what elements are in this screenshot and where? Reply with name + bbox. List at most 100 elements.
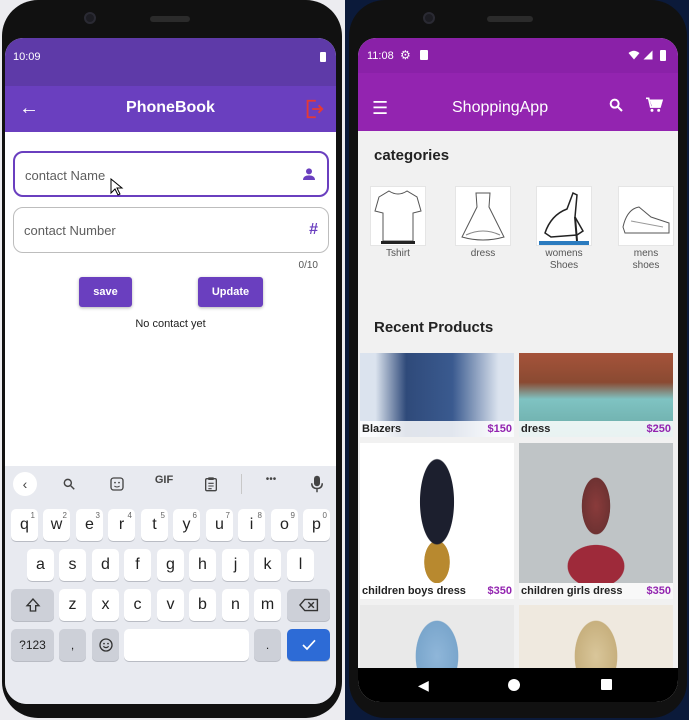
key-x[interactable]: x: [92, 589, 119, 621]
key-j[interactable]: j: [222, 549, 249, 581]
menu-icon[interactable]: ☰: [372, 99, 388, 117]
toolbar-divider: [241, 474, 242, 494]
key-y[interactable]: y6: [173, 509, 200, 541]
settings-icon: ⚙: [400, 48, 411, 62]
phonebook-phone: 10:09 ← PhoneBook contact Name contact N…: [2, 0, 342, 718]
product-card[interactable]: Blazers $150: [360, 353, 514, 437]
key-h[interactable]: h: [189, 549, 216, 581]
empty-contacts-message: No contact yet: [135, 318, 206, 330]
update-button[interactable]: Update: [198, 277, 263, 307]
emoji-icon: [98, 638, 113, 652]
contact-name-placeholder: contact Name: [25, 168, 106, 183]
product-card[interactable]: [360, 605, 514, 669]
product-image-boys-dress: [360, 443, 514, 583]
gif-button[interactable]: GIF: [151, 474, 177, 486]
key-label: r: [118, 516, 125, 533]
key-s[interactable]: s: [59, 549, 86, 581]
key-v[interactable]: v: [157, 589, 184, 621]
key-q[interactable]: q1: [11, 509, 38, 541]
key-o[interactable]: o9: [271, 509, 298, 541]
backspace-key[interactable]: [287, 589, 330, 621]
screenshot-root: 10:09 ← PhoneBook contact Name contact N…: [0, 0, 689, 720]
key-f[interactable]: f: [124, 549, 151, 581]
product-card[interactable]: children boys dress $350: [360, 443, 514, 599]
key-label: t: [152, 516, 157, 533]
more-options-icon[interactable]: •••: [258, 474, 284, 485]
key-n[interactable]: n: [222, 589, 249, 621]
nav-recents-icon[interactable]: [601, 679, 612, 690]
space-key[interactable]: [124, 629, 249, 661]
key-w[interactable]: w2: [43, 509, 70, 541]
nav-home-icon[interactable]: [508, 679, 520, 691]
status-bar: 11:08 ⚙: [358, 38, 678, 73]
key-label: q: [20, 516, 29, 533]
key-d[interactable]: d: [92, 549, 119, 581]
shift-key[interactable]: [11, 589, 54, 621]
key-k[interactable]: k: [254, 549, 281, 581]
period-key[interactable]: .: [254, 629, 281, 661]
search-icon[interactable]: [608, 97, 624, 113]
key-i[interactable]: i8: [238, 509, 265, 541]
key-p[interactable]: p0: [303, 509, 330, 541]
status-bar: 10:09: [5, 38, 336, 86]
key-r[interactable]: r4: [108, 509, 135, 541]
product-card[interactable]: [519, 605, 673, 669]
product-image-kurta: [519, 605, 673, 669]
category-tshirt[interactable]: Tshirt: [368, 186, 428, 260]
category-womens-shoes[interactable]: womens Shoes: [534, 186, 594, 272]
app-bar: ☰ ShoppingApp: [358, 73, 678, 131]
sticker-icon[interactable]: [109, 476, 125, 492]
tshirt-image: [370, 186, 426, 246]
key-hint: 5: [160, 511, 165, 520]
key-z[interactable]: z: [59, 589, 86, 621]
key-g[interactable]: g: [157, 549, 184, 581]
product-name: children girls dress: [521, 585, 623, 597]
symbols-key[interactable]: ?123: [11, 629, 54, 661]
key-l[interactable]: l: [287, 549, 314, 581]
battery-icon: [320, 52, 326, 62]
app-title: PhoneBook: [126, 99, 215, 116]
microphone-icon[interactable]: [311, 475, 323, 493]
womens-shoes-image: [536, 186, 592, 246]
cart-icon[interactable]: [645, 97, 663, 113]
key-hint: 2: [62, 511, 67, 520]
character-counter: 0/10: [298, 260, 318, 271]
category-dress[interactable]: dress: [453, 186, 513, 260]
key-t[interactable]: t5: [141, 509, 168, 541]
key-u[interactable]: u7: [206, 509, 233, 541]
key-a[interactable]: a: [27, 549, 54, 581]
clipboard-icon[interactable]: [204, 476, 218, 492]
key-label: i: [249, 516, 254, 533]
dress-image: [455, 186, 511, 246]
key-b[interactable]: b: [189, 589, 216, 621]
contact-number-field[interactable]: contact Number #: [13, 207, 329, 253]
emoji-key[interactable]: [92, 629, 119, 661]
comma-key[interactable]: ,: [59, 629, 86, 661]
person-icon: [303, 168, 315, 180]
key-c[interactable]: c: [124, 589, 151, 621]
contact-name-field[interactable]: contact Name: [13, 151, 329, 197]
keyboard-toolbar: ‹ GIF •••: [5, 466, 336, 502]
keyboard-collapse-icon[interactable]: ‹: [13, 472, 37, 496]
wifi-icon: [628, 50, 640, 60]
logout-icon[interactable]: [303, 98, 325, 120]
save-button[interactable]: save: [79, 277, 132, 307]
product-price: $150: [487, 423, 512, 435]
shift-icon: [25, 598, 40, 612]
key-e[interactable]: e3: [76, 509, 103, 541]
category-label: mens shoes: [632, 248, 660, 271]
product-price: $350: [487, 585, 512, 597]
product-image-girls-dress: [519, 443, 673, 583]
search-icon[interactable]: [62, 477, 76, 491]
speaker-grille: [487, 16, 533, 22]
nav-back-icon[interactable]: ◀: [418, 677, 429, 694]
signal-icon: [643, 50, 653, 60]
key-m[interactable]: m: [254, 589, 281, 621]
soft-keyboard: ‹ GIF ••• q 1 w 2 e 3 r 4 t 5 y 6 u 7 i …: [5, 466, 336, 704]
product-card[interactable]: dress $250: [519, 353, 673, 437]
key-hint: 8: [257, 511, 262, 520]
mouse-cursor-icon: [110, 178, 124, 196]
enter-key[interactable]: [287, 629, 330, 661]
category-mens-shoes[interactable]: mens shoes: [616, 186, 676, 272]
product-card[interactable]: children girls dress $350: [519, 443, 673, 599]
